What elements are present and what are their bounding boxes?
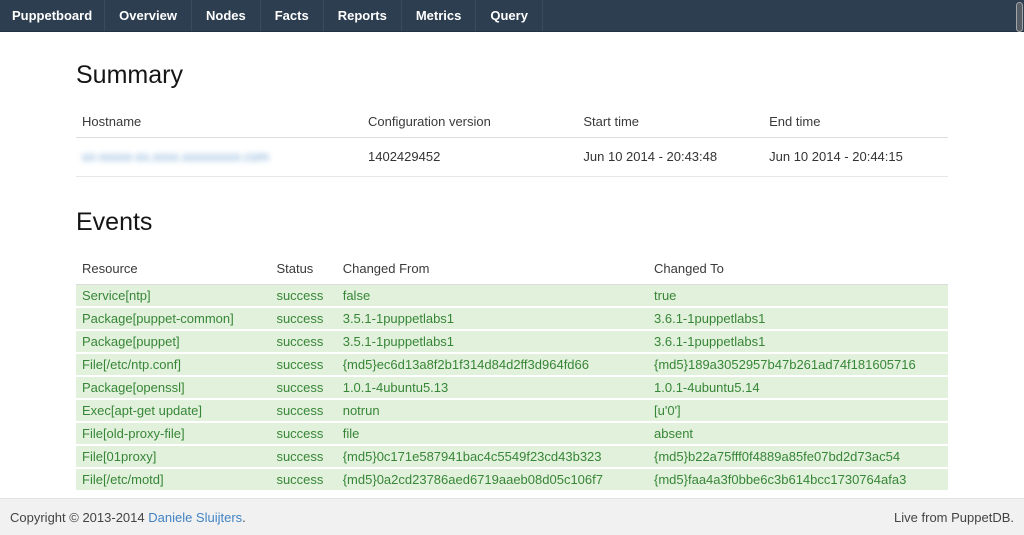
event-row: Package[puppet] success 3.5.1-1puppetlab…	[76, 330, 948, 353]
event-row: Service[ntp] success false true	[76, 285, 948, 308]
event-resource: File[/etc/ntp.conf]	[76, 353, 270, 376]
hostname-link-redacted[interactable]: xx-xxxxx-xx.xxxx.xxxxxxxxx.com	[82, 149, 269, 164]
summary-row: xx-xxxxx-xx.xxxx.xxxxxxxxx.com 140242945…	[76, 138, 948, 177]
summary-header-row: Hostname Configuration version Start tim…	[76, 106, 948, 138]
scrollbar-thumb[interactable]	[1016, 2, 1023, 32]
events-col-status: Status	[270, 253, 336, 285]
event-changed-from: notrun	[337, 399, 648, 422]
events-col-changed-from: Changed From	[337, 253, 648, 285]
event-resource: File[old-proxy-file]	[76, 422, 270, 445]
event-status: success	[270, 468, 336, 491]
event-resource: Package[openssl]	[76, 376, 270, 399]
event-changed-from: 1.0.1-4ubuntu5.13	[337, 376, 648, 399]
event-changed-from: file	[337, 422, 648, 445]
event-changed-to: 3.6.1-1puppetlabs1	[648, 307, 948, 330]
config-version-value: 1402429452	[362, 138, 577, 177]
event-status: success	[270, 330, 336, 353]
summary-table: Hostname Configuration version Start tim…	[76, 106, 948, 177]
event-row: File[old-proxy-file] success file absent	[76, 422, 948, 445]
event-changed-to: {md5}189a3052957b47b261ad74f181605716	[648, 353, 948, 376]
author-link[interactable]: Daniele Sluijters	[148, 510, 242, 525]
events-table: Resource Status Changed From Changed To …	[76, 253, 948, 492]
copyright-period: .	[242, 510, 246, 525]
event-changed-to: absent	[648, 422, 948, 445]
event-changed-from: {md5}0c171e587941bac4c5549f23cd43b323	[337, 445, 648, 468]
event-changed-to: 3.6.1-1puppetlabs1	[648, 330, 948, 353]
events-col-changed-to: Changed To	[648, 253, 948, 285]
event-resource: Exec[apt-get update]	[76, 399, 270, 422]
nav-item-overview[interactable]: Overview	[105, 0, 192, 31]
event-changed-from: false	[337, 285, 648, 308]
event-changed-to: {md5}b22a75fff0f4889a85fe07bd2d73ac54	[648, 445, 948, 468]
nav-item-reports[interactable]: Reports	[324, 0, 402, 31]
summary-col-config-version: Configuration version	[362, 106, 577, 138]
events-heading: Events	[76, 208, 948, 237]
event-changed-from: {md5}0a2cd23786aed6719aaeb08d05c106f7	[337, 468, 648, 491]
summary-col-start-time: Start time	[577, 106, 763, 138]
events-col-resource: Resource	[76, 253, 270, 285]
main-content: Summary Hostname Configuration version S…	[0, 61, 1024, 492]
summary-col-hostname: Hostname	[76, 106, 362, 138]
footer-copyright: Copyright © 2013-2014 Daniele Sluijters.	[10, 510, 246, 525]
event-status: success	[270, 422, 336, 445]
end-time-value: Jun 10 2014 - 20:44:15	[763, 138, 948, 177]
nav-item-facts[interactable]: Facts	[261, 0, 324, 31]
event-changed-to: {md5}faa4a3f0bbe6c3b614bcc1730764afa3	[648, 468, 948, 491]
event-changed-from: 3.5.1-1puppetlabs1	[337, 307, 648, 330]
event-resource: Package[puppet-common]	[76, 307, 270, 330]
event-resource: Service[ntp]	[76, 285, 270, 308]
event-status: success	[270, 399, 336, 422]
event-status: success	[270, 307, 336, 330]
navbar-brand[interactable]: Puppetboard	[0, 0, 105, 31]
event-row: File[/etc/motd] success {md5}0a2cd23786a…	[76, 468, 948, 491]
footer: Copyright © 2013-2014 Daniele Sluijters.…	[0, 498, 1024, 535]
event-row: Exec[apt-get update] success notrun [u'0…	[76, 399, 948, 422]
event-status: success	[270, 376, 336, 399]
event-resource: File[/etc/motd]	[76, 468, 270, 491]
copyright-text: Copyright © 2013-2014	[10, 510, 148, 525]
event-row: Package[openssl] success 1.0.1-4ubuntu5.…	[76, 376, 948, 399]
nav-item-metrics[interactable]: Metrics	[402, 0, 477, 31]
event-row: Package[puppet-common] success 3.5.1-1pu…	[76, 307, 948, 330]
start-time-value: Jun 10 2014 - 20:43:48	[577, 138, 763, 177]
event-changed-from: {md5}ec6d13a8f2b1f314d84d2ff3d964fd66	[337, 353, 648, 376]
nav-item-nodes[interactable]: Nodes	[192, 0, 261, 31]
event-changed-to: 1.0.1-4ubuntu5.14	[648, 376, 948, 399]
footer-status-text: Live from PuppetDB.	[894, 510, 1014, 525]
event-status: success	[270, 285, 336, 308]
event-row: File[/etc/ntp.conf] success {md5}ec6d13a…	[76, 353, 948, 376]
event-row: File[01proxy] success {md5}0c171e587941b…	[76, 445, 948, 468]
event-changed-from: 3.5.1-1puppetlabs1	[337, 330, 648, 353]
event-changed-to: [u'0']	[648, 399, 948, 422]
summary-col-end-time: End time	[763, 106, 948, 138]
navbar: Puppetboard Overview Nodes Facts Reports…	[0, 0, 1024, 32]
summary-heading: Summary	[76, 61, 948, 90]
event-changed-to: true	[648, 285, 948, 308]
events-header-row: Resource Status Changed From Changed To	[76, 253, 948, 285]
event-resource: Package[puppet]	[76, 330, 270, 353]
nav-item-query[interactable]: Query	[476, 0, 543, 31]
event-resource: File[01proxy]	[76, 445, 270, 468]
event-status: success	[270, 353, 336, 376]
event-status: success	[270, 445, 336, 468]
